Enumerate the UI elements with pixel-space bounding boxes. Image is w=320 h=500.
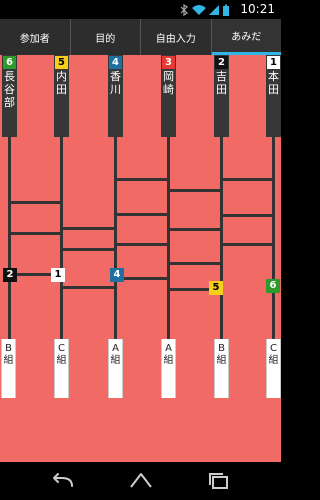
participant-column[interactable]: 5 内田 — [54, 55, 69, 137]
participant-column[interactable]: 4 香川 — [108, 55, 123, 137]
result-marker: 6 — [266, 279, 280, 293]
back-icon[interactable] — [48, 470, 78, 492]
group-label: A 組 — [108, 339, 123, 398]
ladder-vertical-line — [272, 137, 275, 339]
wifi-icon — [192, 5, 206, 15]
participant-name: 吉田 — [216, 70, 227, 96]
ladder-rung — [60, 248, 117, 251]
group-label: B 組 — [214, 339, 229, 398]
ladder-vertical-line — [60, 137, 63, 339]
battery-icon — [223, 4, 229, 16]
participant-column[interactable]: 3 岡崎 — [161, 55, 176, 137]
status-bar: 10:21 — [0, 0, 281, 19]
ladder-rung — [167, 262, 223, 265]
participant-name: 内田 — [56, 70, 67, 96]
result-marker: 5 — [209, 281, 223, 295]
ladder-rung — [60, 227, 117, 230]
participant-number-badge: 6 — [3, 56, 16, 69]
tab-bar: 参加者 目的 自由入力 あみだ — [0, 19, 281, 55]
participant-number-badge: 4 — [109, 56, 122, 69]
amida-board: 6 長谷部 5 内田 4 香川 3 岡崎 2 吉田 1 本田 2 1 4 5 6… — [0, 55, 281, 462]
group-suffix: 組 — [110, 355, 121, 366]
ladder-rung — [60, 286, 117, 289]
participant-number-badge: 1 — [267, 56, 280, 69]
clock: 10:21 — [240, 2, 275, 16]
ladder-rung — [220, 214, 275, 217]
ladder-rung — [167, 189, 223, 192]
home-icon[interactable] — [126, 470, 156, 492]
group-letter: A — [112, 343, 119, 354]
ladder-vertical-line — [8, 137, 11, 339]
bluetooth-icon — [180, 4, 188, 16]
tab-free-input[interactable]: 自由入力 — [141, 19, 212, 55]
tab-purpose[interactable]: 目的 — [71, 19, 141, 55]
ladder-rung — [220, 243, 275, 246]
group-label: A 組 — [161, 339, 176, 398]
group-suffix: 組 — [216, 355, 227, 366]
group-label: C 組 — [54, 339, 69, 398]
ladder-rung — [8, 232, 63, 235]
result-marker: 2 — [3, 268, 17, 282]
participant-column[interactable]: 2 吉田 — [214, 55, 229, 137]
group-suffix: 組 — [268, 355, 279, 366]
ladder-rung — [114, 243, 170, 246]
group-label: B 組 — [1, 339, 16, 398]
recents-icon[interactable] — [204, 470, 234, 492]
group-suffix: 組 — [163, 355, 174, 366]
ladder-rung — [167, 228, 223, 231]
group-label: C 組 — [266, 339, 281, 398]
group-suffix: 組 — [3, 355, 14, 366]
participant-name: 本田 — [268, 70, 279, 96]
ladder-rung — [8, 201, 63, 204]
ladder-vertical-line — [114, 137, 117, 339]
ladder-rung — [114, 213, 170, 216]
tab-amida[interactable]: あみだ — [211, 19, 281, 55]
group-letter: A — [165, 343, 172, 354]
group-letter: B — [5, 343, 12, 354]
ladder-rung — [220, 178, 275, 181]
signal-icon — [209, 5, 219, 15]
participant-number-badge: 3 — [162, 56, 175, 69]
participant-name: 香川 — [110, 70, 121, 96]
ladder-vertical-line — [220, 137, 223, 339]
navigation-bar — [0, 462, 281, 500]
ladder-rung — [114, 178, 170, 181]
group-suffix: 組 — [56, 355, 67, 366]
result-marker: 1 — [51, 268, 65, 282]
group-letter: C — [270, 343, 277, 354]
participant-number-badge: 5 — [55, 56, 68, 69]
participant-name: 岡崎 — [163, 70, 174, 96]
participant-number-badge: 2 — [215, 56, 228, 69]
status-icons — [180, 4, 229, 16]
ladder-vertical-line — [167, 137, 170, 339]
participant-name: 長谷部 — [4, 70, 15, 109]
group-letter: B — [218, 343, 225, 354]
participant-column[interactable]: 1 本田 — [266, 55, 281, 137]
group-letter: C — [58, 343, 65, 354]
participant-column[interactable]: 6 長谷部 — [2, 55, 17, 137]
result-marker: 4 — [110, 268, 124, 282]
tab-participants[interactable]: 参加者 — [0, 19, 71, 55]
